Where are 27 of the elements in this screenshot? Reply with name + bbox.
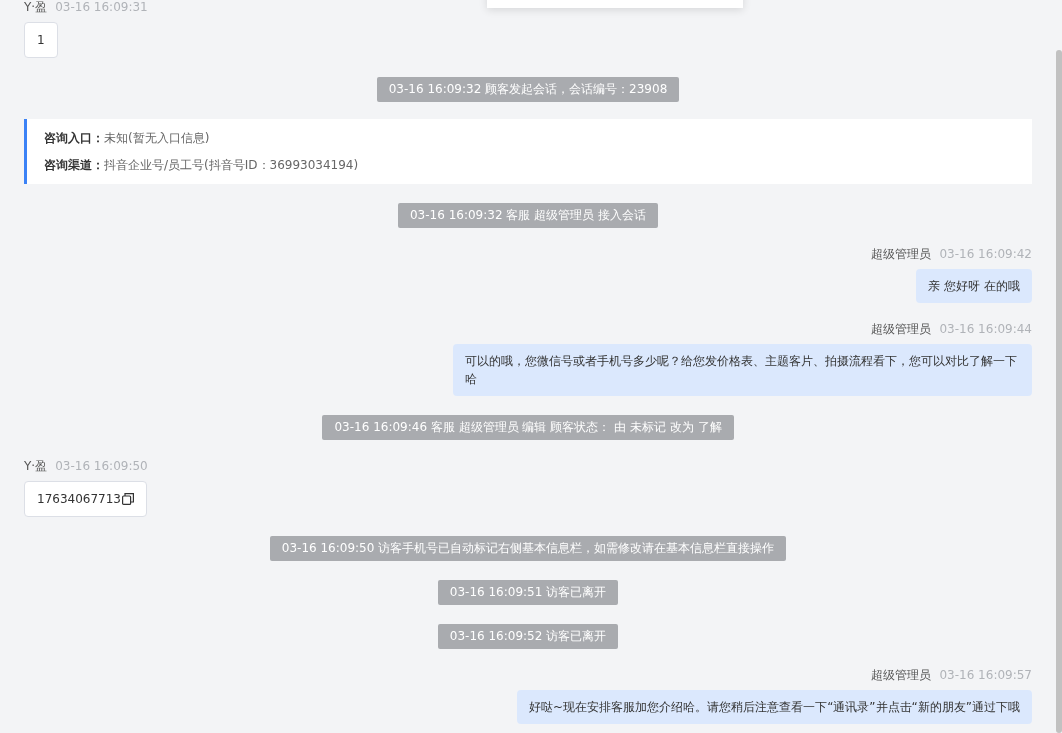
info-value: 抖音企业号/员工号(抖音号ID：36993034194)	[104, 158, 359, 172]
system-notice: 03-16 16:09:46 客服 超级管理员 编辑 顾客状态： 由 未标记 改为 了解	[322, 415, 734, 440]
message-time: 03-16 16:09:50	[55, 459, 148, 473]
visitor-message: 17634067713	[24, 481, 147, 517]
copy-icon[interactable]	[122, 493, 134, 505]
sender-name: 超级管理员	[871, 668, 932, 682]
message-time: 03-16 16:09:57	[939, 668, 1032, 682]
info-value: 未知(暂无入口信息)	[104, 131, 210, 145]
visitor-message: 1	[24, 22, 58, 58]
scrollbar[interactable]	[1056, 50, 1062, 733]
system-notice: 03-16 16:09:32 顾客发起会话，会话编号：23908	[376, 77, 680, 102]
sender-name: 超级管理员	[871, 322, 932, 336]
system-notice: 03-16 16:09:32 客服 超级管理员 接入会话	[398, 203, 658, 228]
system-notice: 03-16 16:09:51 访客已离开	[437, 580, 619, 605]
info-label: 咨询渠道：	[44, 158, 104, 172]
message-time: 03-16 16:09:42	[939, 247, 1032, 261]
sender-name: 超级管理员	[871, 247, 932, 261]
agent-message: 可以的哦，您微信号或者手机号多少呢？给您发价格表、主题客片、拍摄流程看下，您可以对比了解一下哈	[453, 344, 1032, 396]
message-time: 03-16 16:09:31	[55, 0, 148, 14]
message-time: 03-16 16:09:44	[939, 322, 1032, 336]
sender-name: Y·盈	[24, 459, 48, 473]
system-notice: 03-16 16:09:50 访客手机号已自动标记右侧基本信息栏，如需修改请在基本信息栏直接操作	[269, 536, 787, 561]
agent-message: 亲 您好呀 在的哦	[916, 269, 1032, 303]
agent-message: 好哒~现在安排客服加您介绍哈。请您稍后注意查看一下“通讯录”并点击“新的朋友”通过下哦	[517, 690, 1032, 724]
sender-name: Y·盈	[24, 0, 48, 14]
info-label: 咨询入口：	[44, 131, 104, 145]
system-notice: 03-16 16:09:52 访客已离开	[437, 624, 619, 649]
